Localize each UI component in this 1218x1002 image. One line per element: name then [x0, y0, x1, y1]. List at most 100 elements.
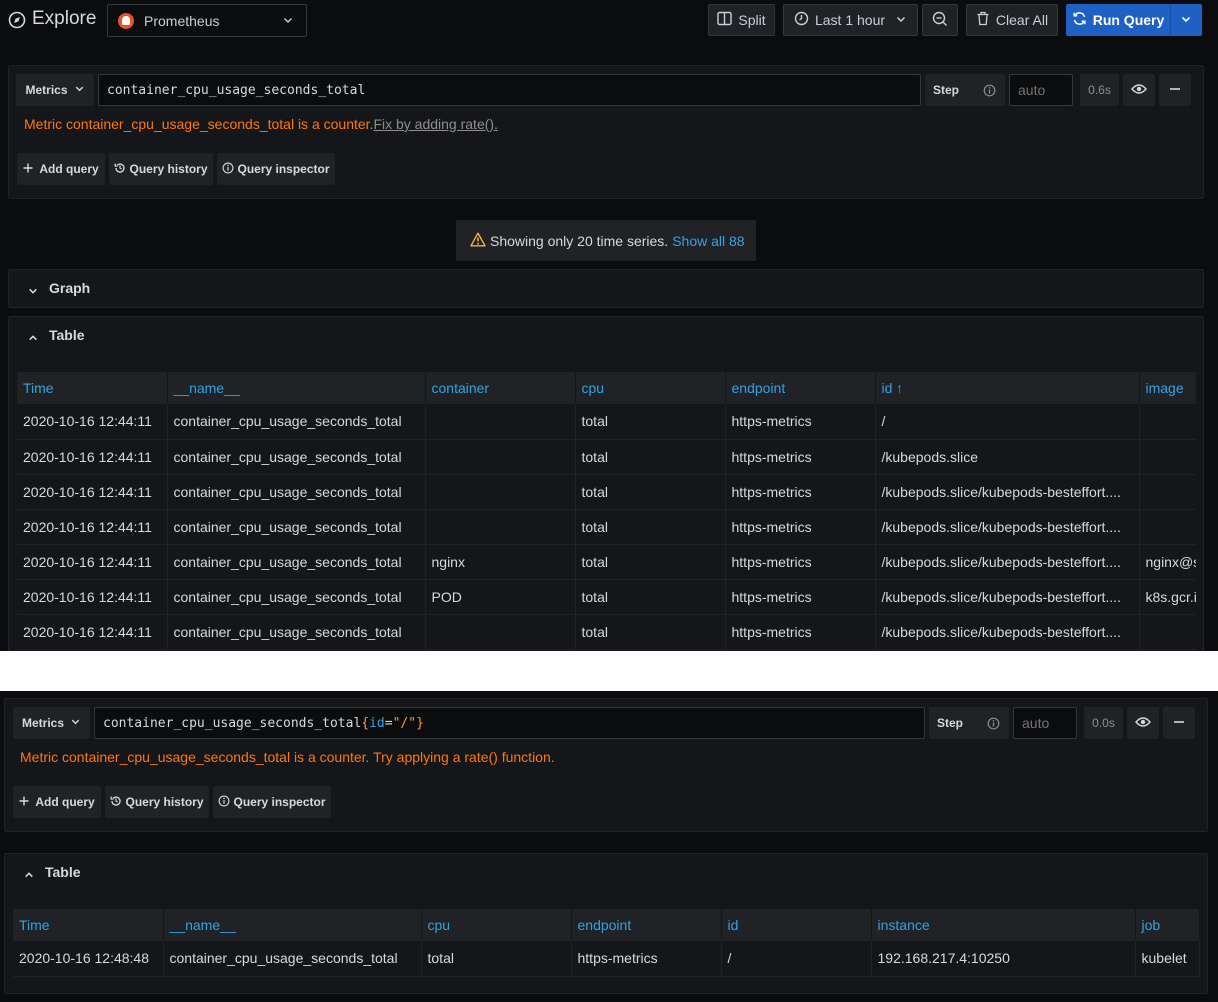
column-header-id[interactable]: id	[721, 909, 872, 941]
column-header-name[interactable]: __name__	[163, 909, 422, 941]
step-input[interactable]	[1009, 74, 1073, 106]
table-cell: https-metrics	[725, 509, 876, 545]
table-cell: /kubepods.slice/kubepods-besteffort....	[875, 579, 1140, 615]
duration-label: 0.0s	[1092, 716, 1115, 730]
table-cell: kubelet	[1135, 941, 1200, 977]
query-inspector-button[interactable]: Query inspector	[217, 153, 335, 185]
split-button[interactable]: Split	[708, 4, 775, 36]
metrics-dropdown[interactable]: Metrics	[16, 74, 94, 106]
step-input[interactable]	[1013, 707, 1077, 739]
info-icon	[218, 795, 230, 810]
query-history-button[interactable]: Query history	[105, 786, 209, 818]
query-brace-open: {	[361, 715, 370, 731]
toggle-visibility-button[interactable]	[1123, 74, 1155, 106]
plus-icon	[19, 795, 29, 809]
column-header-endpoint[interactable]: endpoint	[725, 372, 876, 404]
add-query-button[interactable]: Add query	[13, 786, 101, 818]
column-header-name[interactable]: __name__	[167, 372, 426, 404]
table-row: 2020-10-16 12:44:11 container_cpu_usage_s…	[17, 474, 1196, 510]
table-row: 2020-10-16 12:44:11 container_cpu_usage_s…	[17, 509, 1196, 545]
table-cell: container_cpu_usage_seconds_total	[163, 941, 422, 977]
query-input[interactable]: container_cpu_usage_seconds_total{id = "/"…	[94, 707, 925, 739]
table-cell: 2020-10-16 12:44:11	[17, 579, 168, 615]
chevron-down-icon	[70, 716, 81, 730]
query-history-button[interactable]: Query history	[109, 153, 213, 185]
table-cell: 2020-10-16 12:44:11	[17, 509, 168, 545]
table-cell: https-metrics	[725, 579, 876, 615]
chevron-up-icon[interactable]	[24, 867, 34, 883]
banner-text: Showing only 20 time series.	[490, 232, 669, 249]
query-inspector-label: Query inspector	[237, 162, 330, 176]
table-cell	[1139, 474, 1196, 510]
datasource-picker[interactable]: Prometheus	[107, 4, 307, 37]
column-header-id[interactable]: id ↑	[875, 372, 1140, 404]
table-cell: nginx	[425, 544, 576, 580]
sort-asc-icon: ↑	[896, 380, 904, 396]
minus-icon	[1173, 716, 1185, 731]
metrics-dropdown[interactable]: Metrics	[13, 707, 90, 739]
column-header-cpu[interactable]: cpu	[575, 372, 726, 404]
minus-icon	[1169, 83, 1181, 98]
table-cell: container_cpu_usage_seconds_total	[167, 439, 426, 475]
zoom-out-button[interactable]	[922, 4, 958, 36]
column-header-job[interactable]: job	[1135, 909, 1200, 941]
table-row: 2020-10-16 12:44:11 container_cpu_usage_s…	[17, 544, 1196, 580]
graph-section[interactable]	[8, 269, 1204, 308]
table-cell: https-metrics	[725, 404, 876, 440]
table-cell	[1139, 509, 1196, 545]
eye-icon	[1135, 716, 1151, 731]
compass-icon	[8, 11, 26, 29]
query-history-label: Query history	[125, 795, 204, 809]
time-range-picker[interactable]: Last 1 hour	[783, 4, 918, 36]
table-cell: https-metrics	[725, 439, 876, 475]
column-header-time[interactable]: Time	[13, 909, 164, 941]
clear-all-button[interactable]: Clear All	[966, 4, 1058, 36]
query-label-key: id	[369, 715, 385, 731]
chevron-up-icon[interactable]	[28, 330, 38, 346]
table-cell: container_cpu_usage_seconds_total	[167, 474, 426, 510]
series-limit-banner: Showing only 20 time series. Show all 88	[456, 220, 756, 261]
query-input[interactable]: container_cpu_usage_seconds_total	[98, 74, 921, 106]
table-cell	[425, 509, 576, 545]
plus-icon	[23, 162, 33, 176]
table-cell	[425, 404, 576, 440]
datasource-name: Prometheus	[144, 12, 220, 29]
table-row: 2020-10-16 12:44:11 container_cpu_usage_s…	[17, 439, 1196, 475]
table-cell	[1139, 404, 1196, 440]
step-label: Step	[937, 716, 964, 730]
remove-query-button[interactable]	[1163, 707, 1195, 739]
table-cell: /	[721, 941, 872, 977]
column-header-cpu[interactable]: cpu	[421, 909, 572, 941]
table-row: 2020-10-16 12:48:48 container_cpu_usage_s…	[13, 941, 1200, 977]
toggle-visibility-button[interactable]	[1127, 707, 1159, 739]
duration-label: 0.6s	[1088, 83, 1111, 97]
show-all-link[interactable]: Show all 88	[672, 233, 744, 249]
column-header-instance[interactable]: instance	[871, 909, 1136, 941]
table-header-row: Time __name__ container cpu endpoint id …	[17, 372, 1196, 404]
column-header-endpoint[interactable]: endpoint	[571, 909, 722, 941]
run-query-button[interactable]: Run Query	[1066, 4, 1170, 36]
table-cell: k8s.gcr.i	[1139, 579, 1196, 615]
table-cell: /kubepods.slice/kubepods-besteffort....	[875, 544, 1140, 580]
chevron-down-icon	[1180, 12, 1192, 28]
table-cell: nginx@s	[1139, 544, 1196, 580]
table-row: 2020-10-16 12:44:11 container_cpu_usage_s…	[17, 579, 1196, 615]
table-cell: container_cpu_usage_seconds_total	[167, 579, 426, 615]
table-cell	[425, 614, 576, 650]
column-header-time[interactable]: Time	[17, 372, 168, 404]
warning-text: Metric container_cpu_usage_seconds_total…	[24, 116, 374, 132]
add-query-button[interactable]: Add query	[17, 153, 105, 185]
counter-warning: Metric container_cpu_usage_seconds_total…	[24, 116, 498, 132]
fix-rate-link[interactable]: Fix by adding rate().	[373, 116, 498, 132]
metrics-label: Metrics	[21, 716, 65, 730]
remove-query-button[interactable]	[1159, 74, 1191, 106]
column-header-container[interactable]: container	[425, 372, 576, 404]
add-query-label: Add query	[35, 795, 95, 809]
run-query-options-button[interactable]	[1170, 4, 1202, 36]
clock-icon	[794, 11, 809, 29]
column-header-image[interactable]: image	[1139, 372, 1196, 404]
table-cell: total	[575, 579, 726, 615]
column-header-id-label: id	[881, 380, 893, 396]
query-inspector-button[interactable]: Query inspector	[213, 786, 331, 818]
table-cell: 2020-10-16 12:44:11	[17, 614, 168, 650]
